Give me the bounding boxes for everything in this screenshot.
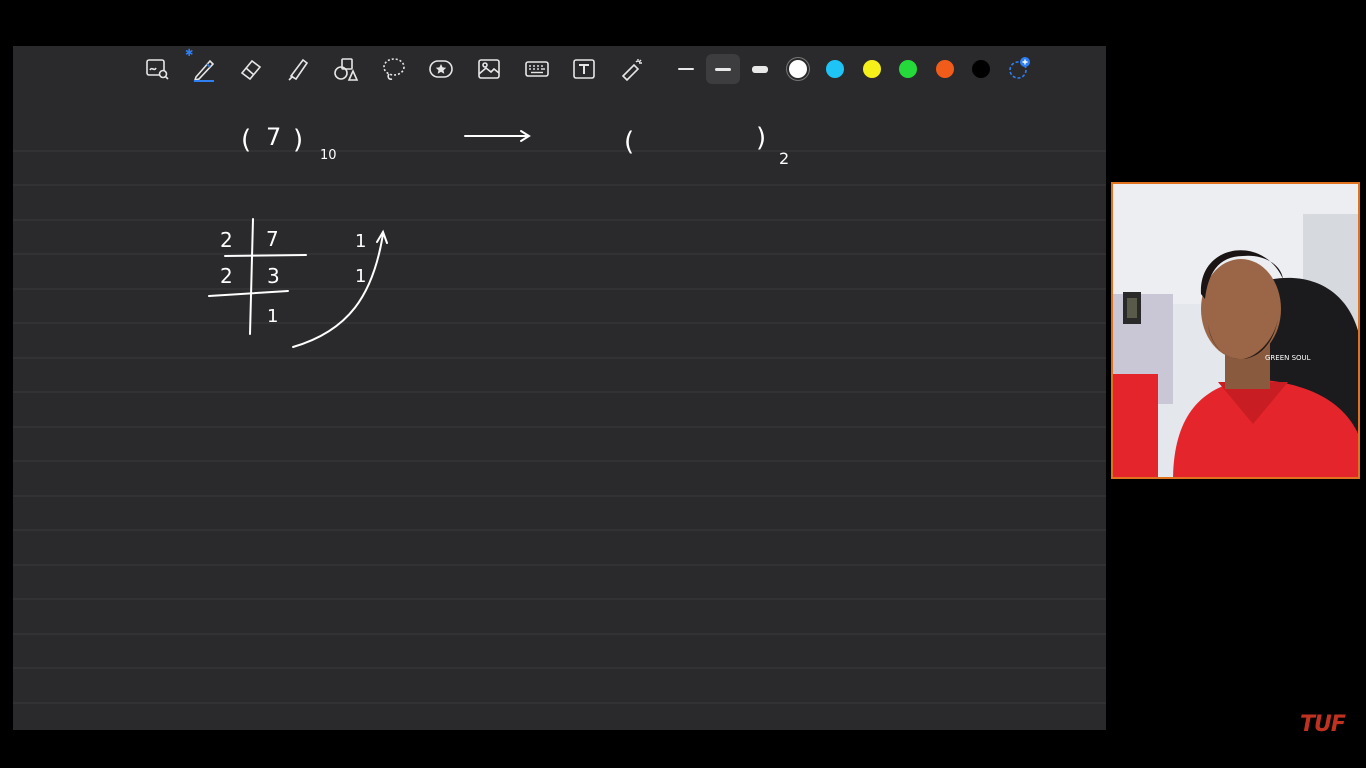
jersey-logo-text: GREEN SOUL xyxy=(1265,354,1311,362)
presenter-video: GREEN SOUL xyxy=(1113,184,1358,477)
dividend-3: 1 xyxy=(267,306,278,327)
notes-canvas[interactable]: ✱ (7) 10 () 2 2 2 7 3 1 1 1 xyxy=(13,46,1106,730)
decimal-value: 7 xyxy=(266,123,281,151)
dividend-2: 3 xyxy=(267,264,280,288)
close-paren-right: ) xyxy=(756,123,766,153)
close-paren-left: ) xyxy=(293,125,303,155)
dividend-1: 7 xyxy=(266,227,279,251)
remainder-1: 1 xyxy=(355,231,366,252)
base-ten-subscript: 10 xyxy=(320,148,337,163)
divisor-2: 2 xyxy=(220,264,233,288)
open-paren-right: ( xyxy=(624,127,634,157)
divisor-1: 2 xyxy=(220,228,233,252)
arrow xyxy=(464,130,531,142)
handwriting-layer: ( 7 ) 10 ( ) 2 2 2 7 3 1 1 1 xyxy=(208,123,789,348)
open-paren-left: ( xyxy=(241,125,251,155)
remainder-2: 1 xyxy=(355,266,366,287)
tuf-logo: TUF xyxy=(1300,712,1346,737)
read-up-arrow xyxy=(292,229,388,348)
base-two-subscript: 2 xyxy=(779,149,789,168)
webcam-overlay: GREEN SOUL xyxy=(1111,182,1360,479)
